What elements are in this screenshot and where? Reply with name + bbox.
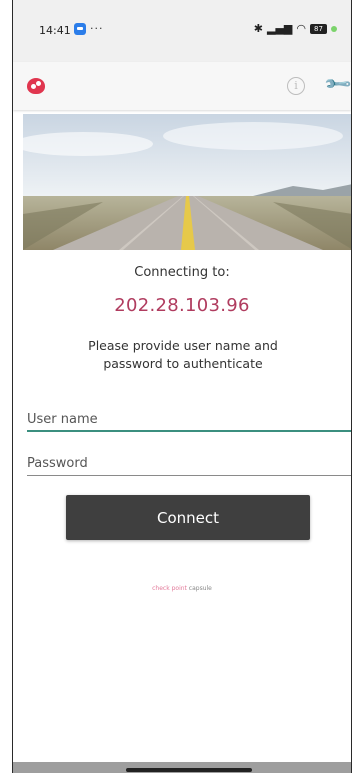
status-icons: ✱ ▂▄▆ ◠ 87 — [254, 22, 337, 35]
message-notification-icon — [74, 23, 86, 35]
connecting-label: Connecting to: — [134, 265, 230, 280]
settings-wrench-icon[interactable]: 🔧 — [323, 69, 351, 100]
home-gesture-handle[interactable] — [126, 768, 252, 772]
brand-capsule-text: capsule — [186, 585, 212, 592]
password-input[interactable] — [27, 452, 351, 476]
hero-image-road — [23, 114, 351, 250]
status-bar: 14:41 ··· ✱ ▂▄▆ ◠ 87 — [13, 0, 351, 62]
capsule-logo-icon[interactable] — [27, 78, 45, 94]
bluetooth-icon: ✱ — [253, 22, 263, 35]
signal-icon: ▂▄▆ — [267, 22, 293, 35]
info-icon[interactable]: i — [287, 77, 305, 95]
more-notifications-icon: ··· — [90, 22, 104, 35]
connect-button[interactable]: Connect — [66, 495, 310, 540]
username-input[interactable] — [27, 408, 351, 432]
host-address: 202.28.103.96 — [114, 295, 250, 316]
app-header: i 🔧 — [13, 62, 351, 110]
charging-icon — [331, 25, 337, 32]
brand-footer: check point capsule — [13, 585, 351, 592]
auth-prompt: Please provide user name and password to… — [88, 338, 278, 371]
battery-icon: 87 — [310, 23, 327, 34]
wifi-icon: ◠ — [296, 22, 306, 35]
brand-checkpoint-text: check point — [152, 585, 187, 592]
status-time: 14:41 — [39, 24, 71, 37]
app-window: 14:41 ··· ✱ ▂▄▆ ◠ 87 i 🔧 Connecting to: … — [12, 0, 352, 773]
